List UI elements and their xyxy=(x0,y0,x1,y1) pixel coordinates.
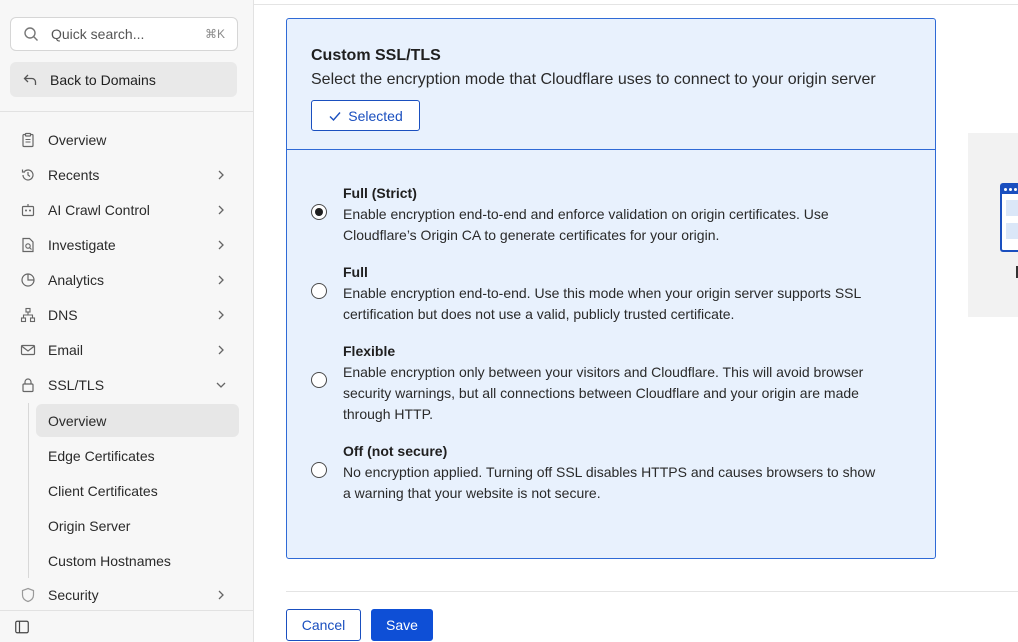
sidebar-subitem-label: Custom Hostnames xyxy=(48,552,171,569)
card-title: Custom SSL/TLS xyxy=(311,47,441,64)
option-description: Cloudflare’s Origin CA to generate certi… xyxy=(343,227,720,243)
document-search-icon xyxy=(22,237,34,252)
sidebar-item-ai-crawl-control[interactable]: AI Crawl Control xyxy=(0,192,253,227)
radio-off[interactable] xyxy=(311,462,327,478)
back-to-domains-button[interactable]: Back to Domains xyxy=(10,62,237,97)
sidebar-item-security[interactable]: Security xyxy=(0,577,253,612)
chevron-down-icon xyxy=(216,382,226,388)
sidebar-item-label: Investigate xyxy=(48,236,116,253)
footer-divider xyxy=(286,591,1018,592)
option-description: through HTTP. xyxy=(343,406,434,422)
illustration-block xyxy=(1006,200,1018,216)
shield-icon xyxy=(21,587,35,602)
clipboard-icon xyxy=(22,132,34,147)
sidebar-subitem-label: Edge Certificates xyxy=(48,447,155,464)
back-to-domains-label: Back to Domains xyxy=(50,71,156,88)
option-title: Off (not secure) xyxy=(343,443,448,459)
option-description: security warnings, but all connections b… xyxy=(343,385,859,401)
sidebar-item-label: Recents xyxy=(48,166,100,183)
sidebar-item-label: Overview xyxy=(48,131,107,148)
sidebar-divider xyxy=(0,111,253,112)
sidebar-item-analytics[interactable]: Analytics xyxy=(0,262,253,297)
option-description: No encryption applied. Turning off SSL d… xyxy=(343,464,876,480)
radio-flexible[interactable] xyxy=(311,372,327,388)
pie-chart-icon xyxy=(21,272,35,287)
sidebar-item-dns[interactable]: DNS xyxy=(0,297,253,332)
chevron-right-icon xyxy=(218,240,224,249)
sidebar-item-overview[interactable]: Overview xyxy=(0,122,253,157)
option-description: certification but does not use a valid, … xyxy=(343,306,735,322)
search-placeholder: Quick search... xyxy=(51,26,145,42)
option-description: Enable encryption only between your visi… xyxy=(343,364,864,380)
search-shortcut: ⌘K xyxy=(204,27,225,41)
sidebar-subitem-label: Origin Server xyxy=(48,517,131,534)
check-icon xyxy=(329,111,341,121)
cancel-button[interactable]: Cancel xyxy=(286,609,361,641)
card-header: Custom SSL/TLS Select the encryption mod… xyxy=(287,19,935,150)
sidebar-item-label: AI Crawl Control xyxy=(48,201,150,218)
sidebar-item-label: Security xyxy=(48,586,99,603)
sidebar-subitem-origin-server[interactable]: Origin Server xyxy=(36,509,239,542)
sidebar-item-ssl-tls[interactable]: SSL/TLS xyxy=(0,367,253,402)
back-arrow-icon xyxy=(23,74,37,85)
sidebar-footer xyxy=(0,610,253,642)
sidebar-subitem-client-certificates[interactable]: Client Certificates xyxy=(36,474,239,507)
chevron-right-icon xyxy=(218,590,224,599)
chevron-right-icon xyxy=(218,275,224,284)
history-icon xyxy=(21,168,34,181)
sidebar-toggle-icon[interactable] xyxy=(15,620,29,634)
option-text: Flexible Enable encryption only between … xyxy=(343,341,913,425)
option-description: Enable encryption end-to-end. Use this m… xyxy=(343,285,862,301)
search-icon xyxy=(24,27,38,41)
chevron-right-icon xyxy=(218,205,224,214)
custom-ssl-tls-card: Custom SSL/TLS Select the encryption mod… xyxy=(286,18,936,559)
lock-icon xyxy=(22,377,34,392)
illustration-block xyxy=(1006,223,1018,239)
option-title: Flexible xyxy=(343,343,396,359)
submenu-guide-line xyxy=(28,403,29,578)
option-description: Enable encryption end-to-end and enforce… xyxy=(343,206,829,222)
sidebar-subitem-label: Client Certificates xyxy=(48,482,158,499)
sidebar-subitem-overview[interactable]: Overview xyxy=(36,404,239,437)
option-title: Full (Strict) xyxy=(343,185,417,201)
radio-full-strict[interactable] xyxy=(311,204,327,220)
browser-window-illustration xyxy=(1000,183,1018,252)
selected-button[interactable]: Selected xyxy=(311,100,420,131)
network-icon xyxy=(20,307,36,322)
envelope-icon xyxy=(20,344,36,355)
save-button[interactable]: Save xyxy=(371,609,433,641)
sidebar-item-label: Email xyxy=(48,341,84,358)
quick-search-input[interactable]: Quick search... ⌘K xyxy=(10,17,238,51)
card-subtitle: Select the encryption mode that Cloudfla… xyxy=(311,71,876,88)
robot-icon xyxy=(21,203,35,216)
chevron-right-icon xyxy=(218,170,224,179)
top-divider xyxy=(254,4,1018,5)
radio-full[interactable] xyxy=(311,283,327,299)
selected-button-label: Selected xyxy=(348,107,403,124)
option-title: Full xyxy=(343,264,368,280)
sidebar-subitem-edge-certificates[interactable]: Edge Certificates xyxy=(36,439,239,472)
option-text: Full (Strict) Enable encryption end-to-e… xyxy=(343,183,913,246)
sidebar-item-label: SSL/TLS xyxy=(48,376,105,393)
option-text: Off (not secure) No encryption applied. … xyxy=(343,441,913,504)
sidebar-item-label: DNS xyxy=(48,306,78,323)
chevron-right-icon xyxy=(218,345,224,354)
sidebar-subitem-custom-hostnames[interactable]: Custom Hostnames xyxy=(36,544,239,577)
sidebar: Quick search... ⌘K Back to Domains Overv… xyxy=(0,0,254,642)
sidebar-subitem-label: Overview xyxy=(48,412,107,429)
sidebar-item-label: Analytics xyxy=(48,271,105,288)
sidebar-item-investigate[interactable]: Investigate xyxy=(0,227,253,262)
sidebar-item-email[interactable]: Email xyxy=(0,332,253,367)
chevron-right-icon xyxy=(218,310,224,319)
option-text: Full Enable encryption end-to-end. Use t… xyxy=(343,262,913,325)
browser-titlebar xyxy=(1002,185,1018,194)
sidebar-item-recents[interactable]: Recents xyxy=(0,157,253,192)
option-description: a warning that your website is not secur… xyxy=(343,485,601,501)
